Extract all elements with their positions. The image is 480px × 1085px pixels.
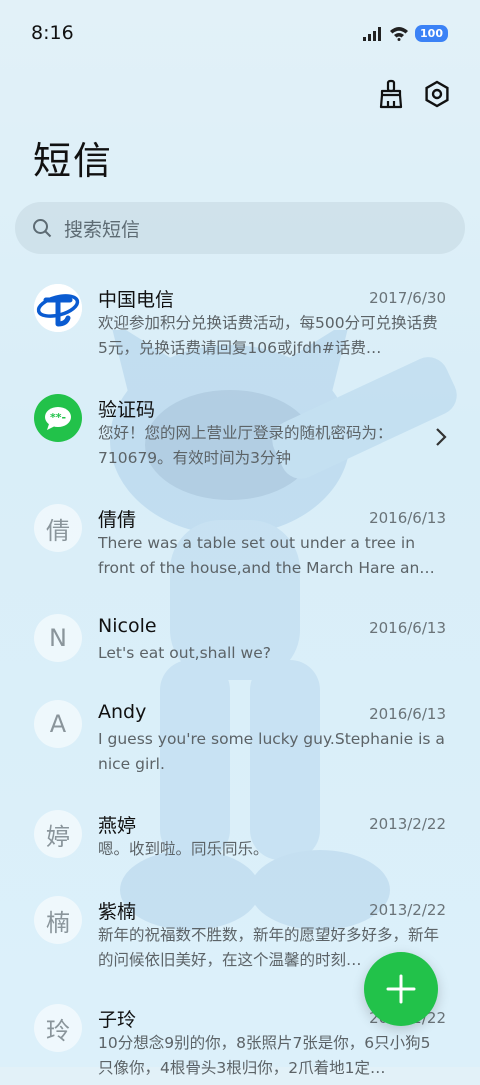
conversation-date: 2013/2/22 bbox=[369, 901, 446, 919]
settings-button[interactable] bbox=[421, 78, 453, 110]
status-time: 8:16 bbox=[31, 22, 74, 44]
conversation-preview: Let's eat out,shall we? bbox=[98, 644, 271, 662]
telecom-logo-avatar bbox=[34, 284, 82, 332]
conversation-item[interactable]: **- 验证码 您好！您的网上营业厅登录的随机密码为：710679。有效时间为3… bbox=[0, 385, 480, 495]
new-message-button[interactable] bbox=[364, 952, 438, 1026]
conversation-preview: 您好！您的网上营业厅登录的随机密码为：710679。有效时间为3分钟 bbox=[98, 424, 393, 467]
conversation-preview: 嗯。收到啦。同乐同乐。 bbox=[98, 840, 269, 858]
conversation-preview: 欢迎参加积分兑换话费活动，每500分可兑换话费5元，兑换话费请回复106或jfd… bbox=[98, 314, 438, 357]
conversation-preview: 10分想念9别的你，8张照片7张是你，6只小狗5只像你，4根骨头3根归你，2爪着… bbox=[98, 1034, 431, 1077]
search-bar[interactable]: 搜索短信 bbox=[15, 202, 465, 254]
wifi-icon bbox=[390, 27, 409, 41]
sms-avatar: **- bbox=[34, 394, 82, 442]
conversation-date: 2016/6/13 bbox=[369, 509, 446, 527]
conversation-name: 验证码 bbox=[98, 399, 156, 421]
plus-icon bbox=[386, 974, 416, 1004]
conversation-item[interactable]: A Andy 2016/6/13 I guess you're some luc… bbox=[0, 691, 480, 801]
conversation-name: 紫楠 bbox=[98, 901, 137, 923]
conversation-item[interactable]: N Nicole 2016/6/13 Let's eat out,shall w… bbox=[0, 605, 480, 691]
search-placeholder: 搜索短信 bbox=[64, 218, 141, 241]
signal-icon bbox=[363, 26, 382, 41]
conversation-date: 2016/6/13 bbox=[369, 619, 446, 637]
conversation-item[interactable]: 婷 燕婷 2013/2/22 嗯。收到啦。同乐同乐。 bbox=[0, 801, 480, 887]
contact-avatar: 倩 bbox=[34, 504, 82, 552]
clean-button[interactable] bbox=[375, 78, 407, 110]
conversation-name: 倩倩 bbox=[98, 509, 137, 531]
conversation-name: Nicole bbox=[98, 615, 157, 637]
contact-avatar: 婷 bbox=[34, 810, 82, 858]
china-telecom-logo-icon bbox=[34, 284, 82, 332]
page-title: 短信 bbox=[33, 139, 114, 183]
battery-indicator: 100 bbox=[415, 25, 448, 42]
conversation-date: 2017/6/30 bbox=[369, 289, 446, 307]
conversation-item[interactable]: 中国电信 2017/6/30 欢迎参加积分兑换话费活动，每500分可兑换话费5元… bbox=[0, 275, 480, 385]
conversation-date: 2016/6/13 bbox=[369, 705, 446, 723]
contact-avatar: A bbox=[34, 700, 82, 748]
contact-avatar: 玲 bbox=[34, 1004, 82, 1052]
contact-avatar: 楠 bbox=[34, 896, 82, 944]
conversation-item[interactable]: 倩 倩倩 2016/6/13 There was a table set out… bbox=[0, 495, 480, 605]
conversation-date: 2013/2/22 bbox=[369, 815, 446, 833]
message-bubble-icon: **- bbox=[45, 407, 71, 430]
search-icon bbox=[33, 219, 52, 238]
conversation-name: Andy bbox=[98, 701, 147, 723]
conversation-preview: I guess you're some lucky guy.Stephanie … bbox=[98, 730, 445, 773]
contact-avatar: N bbox=[34, 614, 82, 662]
conversation-preview: There was a table set out under a tree i… bbox=[98, 534, 435, 577]
conversation-name: 子玲 bbox=[98, 1009, 137, 1031]
status-bar: 8:16 100 bbox=[0, 0, 480, 66]
conversation-name: 中国电信 bbox=[98, 289, 175, 311]
chevron-right-icon bbox=[436, 428, 447, 446]
settings-icon bbox=[425, 80, 449, 108]
svg-text:**-: **- bbox=[50, 411, 66, 424]
conversation-name: 燕婷 bbox=[98, 815, 137, 837]
broom-icon bbox=[379, 79, 403, 109]
